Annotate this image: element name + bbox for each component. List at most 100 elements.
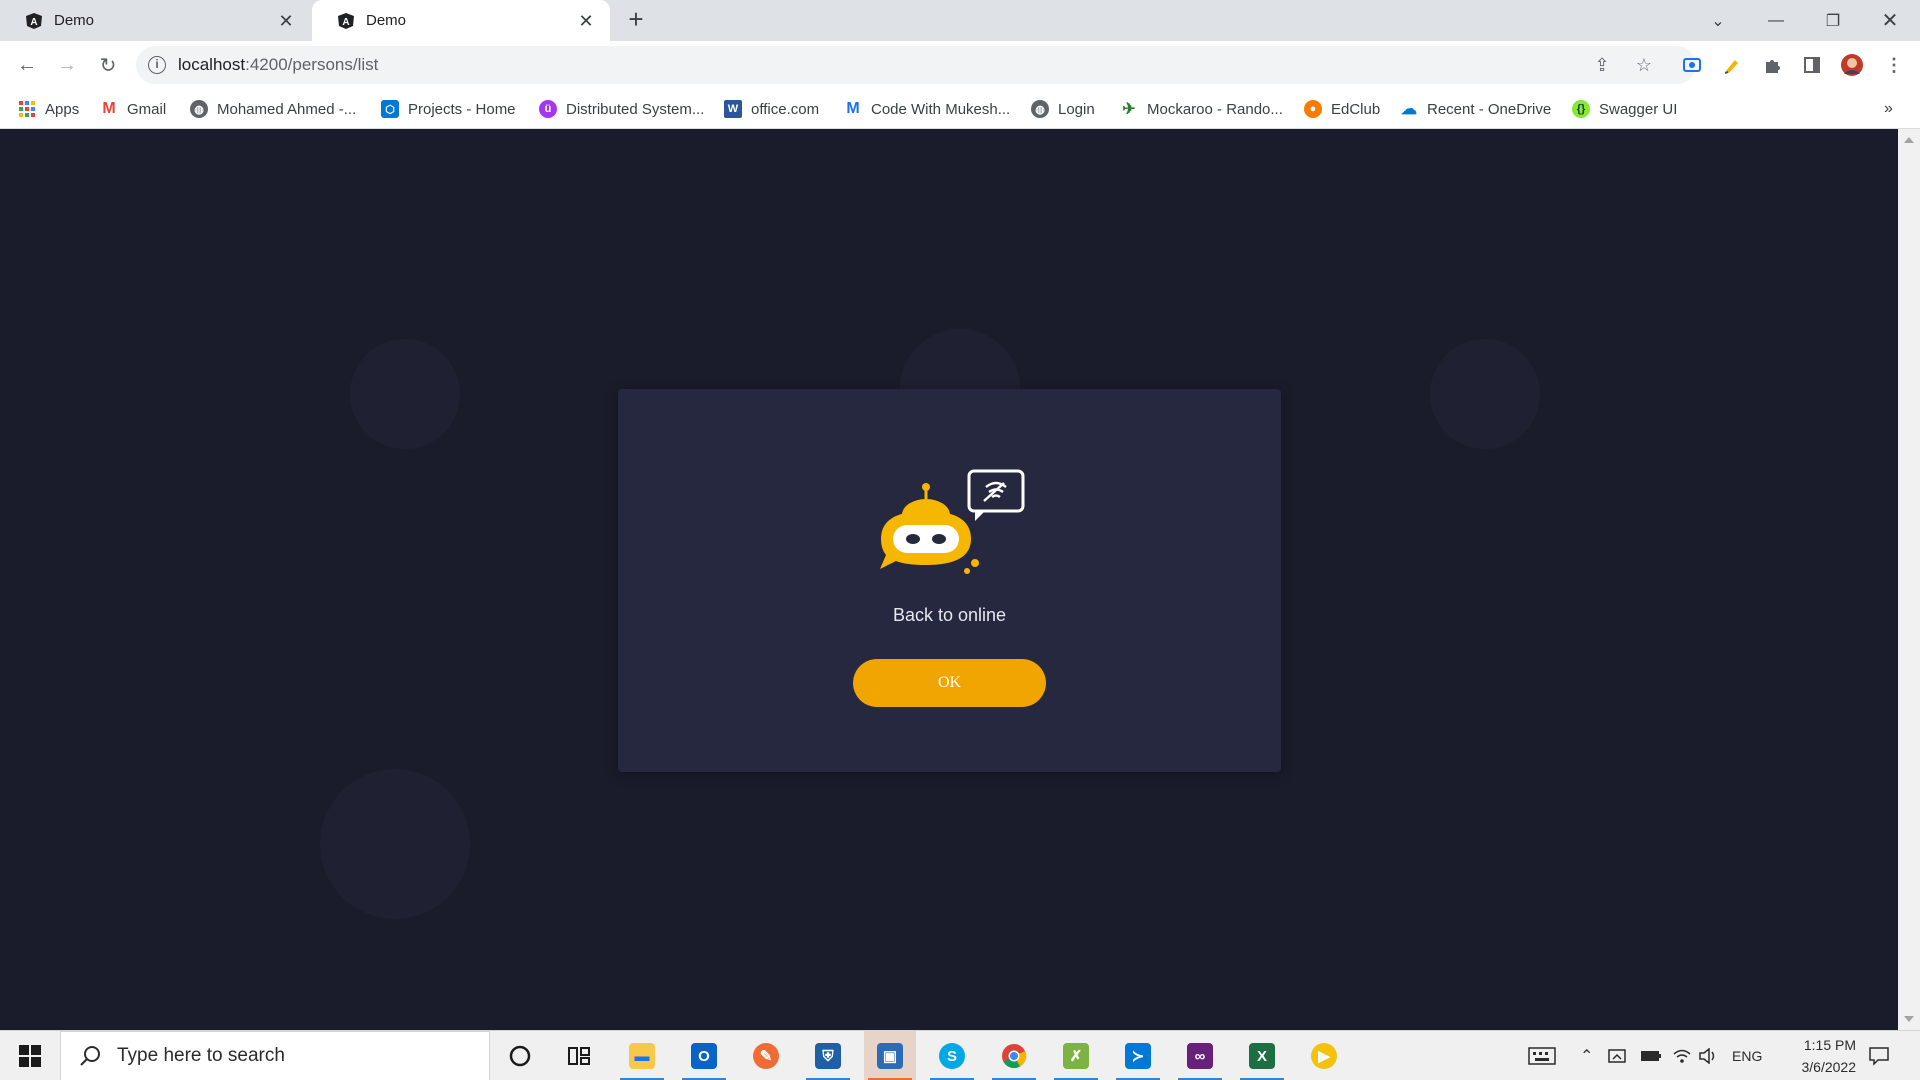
system-clock[interactable]: 1:15 PM 3/6/2022 [1764, 1034, 1857, 1078]
tools-app-icon[interactable]: ✗ [1050, 1031, 1102, 1080]
virtual-keyboard-icon[interactable] [1528, 1031, 1556, 1080]
svg-text:A: A [342, 17, 349, 28]
ok-button[interactable]: OK [853, 659, 1046, 707]
more-menu-icon[interactable]: ⋮ [1880, 51, 1908, 79]
background-shape [320, 769, 470, 919]
globe-icon: ◍ [190, 100, 208, 118]
bookmark-mohamed-ahmed[interactable]: ◍ Mohamed Ahmed -... [190, 98, 356, 120]
background-shape [1430, 339, 1540, 449]
bookmark-mockaroo[interactable]: ✈ Mockaroo - Rando... [1120, 98, 1283, 120]
file-explorer-icon[interactable]: ▬ [616, 1031, 668, 1080]
excel-icon[interactable]: X [1236, 1031, 1288, 1080]
url-host: localhost [178, 55, 246, 74]
taskbar-search-box[interactable]: Type here to search [60, 1031, 490, 1080]
bookmark-label: Distributed System... [566, 100, 705, 118]
bookmarks-overflow-button[interactable]: » [1884, 98, 1893, 120]
close-icon[interactable]: ✕ [276, 11, 296, 31]
visual-studio-icon[interactable]: ∞ [1174, 1031, 1226, 1080]
vertical-scrollbar[interactable] [1898, 129, 1920, 1030]
skype-icon[interactable]: S [926, 1031, 978, 1080]
network-status-icon[interactable] [1608, 1031, 1628, 1080]
search-placeholder: Type here to search [117, 1045, 285, 1066]
scroll-down-arrow-icon[interactable] [1904, 1016, 1914, 1022]
tab-title: Demo [54, 12, 95, 29]
tab-strip: A Demo ✕ A Demo ✕ + ⌄ — ❐ ✕ [0, 0, 1920, 41]
bookmark-projects-home[interactable]: ⬡ Projects - Home [381, 98, 516, 120]
azure-devops-icon: ⬡ [381, 100, 399, 118]
minimize-button[interactable]: — [1748, 0, 1804, 41]
highlighter-extension-icon[interactable] [1718, 51, 1746, 79]
side-panel-icon[interactable] [1798, 51, 1826, 79]
onedrive-icon: ☁ [1401, 101, 1417, 118]
share-icon[interactable]: ⇪ [1588, 51, 1616, 79]
chrome-icon[interactable] [988, 1031, 1040, 1080]
close-icon[interactable]: ✕ [576, 11, 596, 31]
volume-icon[interactable] [1698, 1031, 1718, 1080]
bookmark-label: Gmail [127, 100, 167, 118]
swagger-icon: {} [1572, 100, 1590, 118]
edclub-icon: ● [1304, 100, 1322, 118]
globe-icon: ◍ [1031, 100, 1049, 118]
bookmark-swagger-ui[interactable]: {} Swagger UI [1572, 98, 1677, 120]
screen-capture-extension-icon[interactable] [1678, 51, 1706, 79]
tab-demo-1[interactable]: A Demo ✕ [0, 0, 310, 41]
url-path: :4200/persons/list [245, 55, 379, 74]
window-close-button[interactable]: ✕ [1862, 0, 1918, 41]
chevron-up-icon[interactable]: ⌃ [1580, 1031, 1593, 1080]
browser-toolbar: ← → ↻ i localhost:4200/persons/list ⇪ ☆ … [0, 41, 1920, 89]
mockaroo-icon: ✈ [1122, 101, 1136, 118]
bookmark-star-icon[interactable]: ☆ [1630, 51, 1658, 79]
bookmark-onedrive[interactable]: ☁ Recent - OneDrive [1400, 98, 1551, 120]
forward-arrow-icon[interactable]: → [53, 51, 81, 79]
bookmark-login[interactable]: ◍ Login [1031, 98, 1095, 120]
tab-title: Demo [366, 12, 407, 29]
remote-desktop-icon[interactable]: ▣ [864, 1031, 916, 1080]
back-arrow-icon[interactable]: ← [13, 51, 41, 79]
outlook-icon[interactable]: O [678, 1031, 730, 1080]
bookmark-label: EdClub [1331, 100, 1381, 118]
mail-icon: M [846, 100, 860, 117]
bookmark-distributed-system[interactable]: ü Distributed System... [539, 98, 704, 120]
bookmark-gmail[interactable]: M Gmail [100, 98, 166, 120]
site-info-icon[interactable]: i [148, 56, 166, 74]
wifi-icon[interactable] [1672, 1031, 1692, 1080]
new-tab-button[interactable]: + [624, 6, 648, 32]
bookmark-edclub[interactable]: ● EdClub [1304, 98, 1380, 120]
profile-avatar[interactable] [1838, 51, 1866, 79]
security-app-icon[interactable]: ⛨ [802, 1031, 854, 1080]
notification-center-icon[interactable] [1868, 1031, 1890, 1080]
bookmark-label: Swagger UI [1599, 100, 1678, 118]
bookmark-code-with-mukesh[interactable]: M Code With Mukesh... [844, 98, 1010, 120]
input-language[interactable]: ENG [1732, 1031, 1762, 1080]
vscode-icon[interactable]: ≻ [1112, 1031, 1164, 1080]
task-view-icon[interactable] [554, 1031, 606, 1080]
connection-status-dialog: Back to online OK [618, 389, 1281, 772]
bookmark-office[interactable]: W office.com [724, 98, 819, 120]
reload-icon[interactable]: ↻ [94, 51, 122, 79]
restore-button[interactable]: ❐ [1805, 0, 1861, 41]
tab-search-icon[interactable]: ⌄ [1690, 0, 1746, 41]
url-text: localhost:4200/persons/list [178, 55, 378, 75]
address-bar[interactable]: i localhost:4200/persons/list ⇪ ☆ [136, 46, 1696, 84]
bookmark-label: Login [1058, 100, 1095, 118]
clock-date: 3/6/2022 [1801, 1059, 1857, 1075]
media-player-icon[interactable]: ▶ [1298, 1031, 1350, 1080]
chat-robot-icon [880, 469, 1025, 574]
tab-demo-2[interactable]: A Demo ✕ [312, 0, 610, 41]
extensions-puzzle-icon[interactable] [1758, 51, 1786, 79]
cortana-icon[interactable] [494, 1031, 546, 1080]
scroll-up-arrow-icon[interactable] [1904, 137, 1914, 143]
windows-start-icon[interactable] [0, 1031, 60, 1080]
battery-icon[interactable] [1640, 1031, 1662, 1080]
bookmark-label: Mohamed Ahmed -... [217, 100, 357, 118]
bookmark-label: Mockaroo - Rando... [1147, 100, 1283, 118]
status-message: Back to online [892, 605, 1007, 625]
angular-icon: A [336, 11, 356, 31]
clock-time: 1:15 PM [1803, 1037, 1856, 1053]
word-icon: W [724, 100, 742, 118]
gmail-icon: M [102, 100, 116, 117]
search-icon [79, 1045, 101, 1067]
postman-icon[interactable]: ✎ [740, 1031, 792, 1080]
bookmarks-bar: Apps M Gmail ◍ Mohamed Ahmed -... ⬡ Proj… [0, 89, 1920, 129]
bookmark-apps[interactable]: Apps [18, 98, 79, 120]
